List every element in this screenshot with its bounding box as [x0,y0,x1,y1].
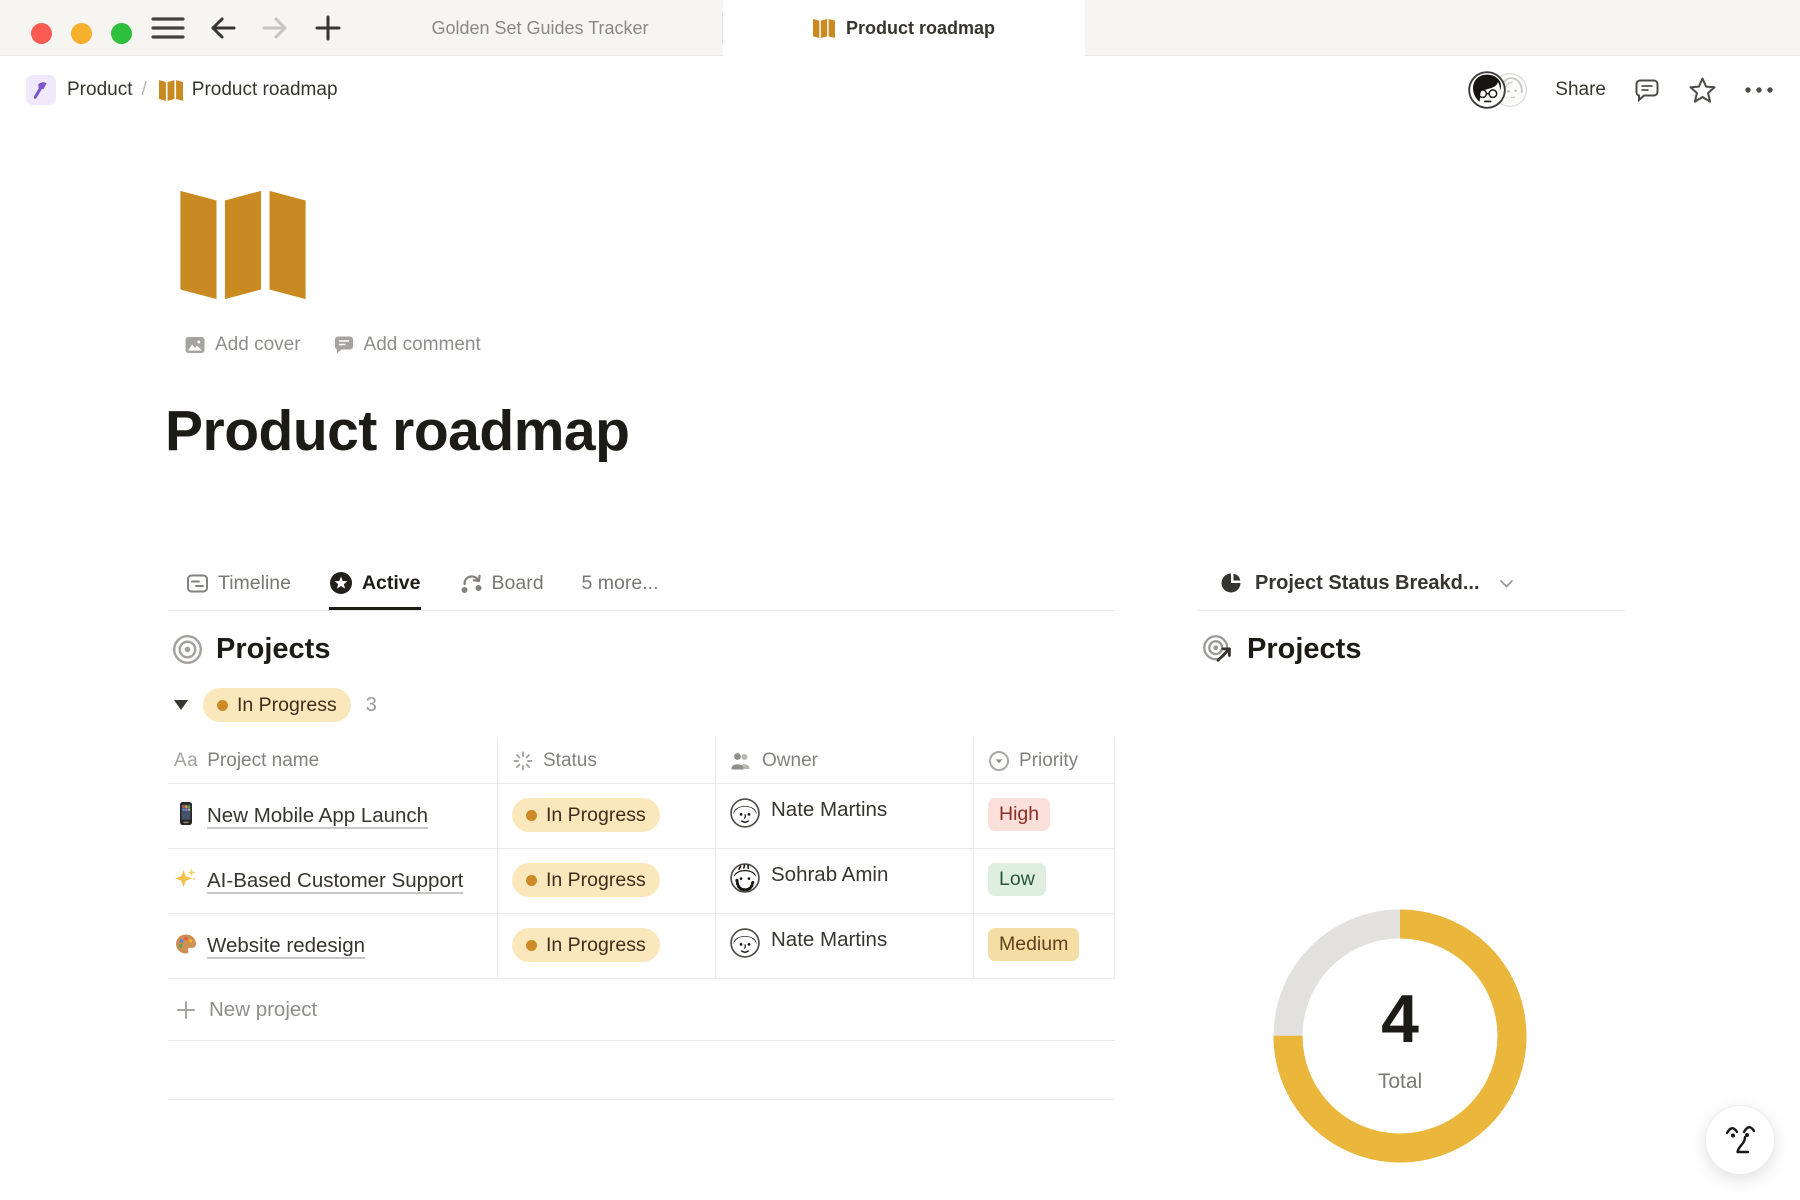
projects-table: Aa Project name Status [168,738,1115,979]
breadcrumb: Product / Product roadmap [26,75,338,105]
avatar [730,798,760,828]
column-header-owner[interactable]: Owner [715,738,973,783]
spinner-icon [512,750,534,772]
add-comment-button[interactable]: Add comment [333,334,481,356]
owner-cell[interactable]: Nate Martins [715,914,973,978]
image-icon [184,334,206,356]
notion-ai-button[interactable] [1705,1105,1775,1175]
palette-icon [174,932,198,956]
more-views-button[interactable]: 5 more... [582,572,659,595]
priority-cell[interactable]: Low [973,849,1115,913]
status-donut-chart: 4 Total [1262,898,1538,1174]
view-tab-active[interactable]: Active [329,556,421,610]
minimize-window-button[interactable] [71,23,92,44]
hammer-icon[interactable] [26,75,56,105]
priority-pill: Medium [988,928,1079,961]
status-dot [217,700,228,711]
status-dot [526,940,537,951]
column-header-status[interactable]: Status [497,738,715,783]
chevron-down-icon [1499,578,1514,589]
ai-face-icon [1719,1119,1761,1161]
close-window-button[interactable] [31,23,52,44]
status-cell[interactable]: In Progress [497,849,715,913]
share-button[interactable]: Share [1555,79,1606,101]
project-name-cell[interactable]: Website redesign [168,914,497,978]
circled-down-icon [988,750,1010,772]
view-tab-board[interactable]: Board [459,556,544,610]
table-row: AI-Based Customer Support In Progress So… [168,849,1115,914]
add-cover-button[interactable]: Add cover [184,334,301,356]
view-tabs: Timeline Active Board 5 more. [168,556,1115,611]
map-icon [813,18,835,39]
menu-icon[interactable] [150,14,186,42]
comment-icon [333,334,355,356]
status-dot [526,875,537,886]
group-count: 3 [366,694,377,717]
breadcrumb-product[interactable]: Product [67,79,132,101]
project-name-cell[interactable]: New Mobile App Launch [168,784,497,848]
section-title-projects: Projects [216,633,330,666]
section-divider [168,1099,1115,1100]
avatar [730,863,760,893]
new-project-button[interactable]: New project [168,979,1115,1041]
donut-total-value: 4 [1262,980,1538,1058]
page-icon-map[interactable] [180,186,306,304]
target-link-icon [1202,634,1234,666]
tab-product-roadmap[interactable]: Product roadmap [723,0,1085,57]
owner-cell[interactable]: Sohrab Amin [715,849,973,913]
priority-pill: Low [988,863,1046,896]
table-row: Website redesign In Progress Nate Martin… [168,914,1115,979]
people-icon [730,751,753,771]
view-tab-timeline[interactable]: Timeline [186,556,291,610]
page-title[interactable]: Product roadmap [165,398,629,464]
avatar [1468,71,1506,109]
page-toolbar: Product / Product roadmap [0,57,1800,123]
board-icon [459,571,483,595]
star-icon[interactable] [1688,76,1717,105]
column-header-project-name[interactable]: Aa Project name [168,738,497,783]
table-row: New Mobile App Launch In Progress Nate M… [168,784,1115,849]
tab-golden-set-guides-tracker[interactable]: Golden Set Guides Tracker [360,0,720,56]
table-header: Aa Project name Status [168,738,1115,784]
sparkles-icon [174,867,198,891]
breadcrumb-separator: / [141,79,146,101]
chart-section-title: Projects [1247,633,1361,666]
project-name-cell[interactable]: AI-Based Customer Support [168,849,497,913]
collaborator-avatars[interactable] [1468,71,1528,109]
comment-icon[interactable] [1633,76,1661,104]
avatar [730,928,760,958]
zoom-window-button[interactable] [111,23,132,44]
priority-cell[interactable]: High [973,784,1115,848]
new-tab-icon[interactable] [314,14,342,42]
bullseye-icon [172,634,203,665]
back-icon[interactable] [208,14,238,42]
more-icon[interactable] [1744,85,1774,95]
column-header-priority[interactable]: Priority [973,738,1115,783]
pie-chart-icon [1220,571,1244,595]
mobile-phone-icon [174,801,198,826]
owner-cell[interactable]: Nate Martins [715,784,973,848]
status-cell[interactable]: In Progress [497,784,715,848]
group-status-pill[interactable]: In Progress [203,688,351,722]
forward-icon[interactable] [260,14,290,42]
timeline-icon [186,572,209,595]
donut-total-label: Total [1262,1070,1538,1094]
star-badge-icon [329,571,353,595]
status-dot [526,810,537,821]
chart-view-selector[interactable]: Project Status Breakd... [1198,556,1625,611]
text-type-icon: Aa [174,750,198,772]
plus-icon [176,1000,196,1020]
breadcrumb-product-roadmap[interactable]: Product roadmap [192,79,338,101]
priority-cell[interactable]: Medium [973,914,1115,978]
status-cell[interactable]: In Progress [497,914,715,978]
priority-pill: High [988,798,1050,831]
map-icon [159,79,183,102]
group-toggle-icon[interactable] [174,700,188,710]
window-chrome: Golden Set Guides Tracker Product roadma… [0,0,1800,56]
